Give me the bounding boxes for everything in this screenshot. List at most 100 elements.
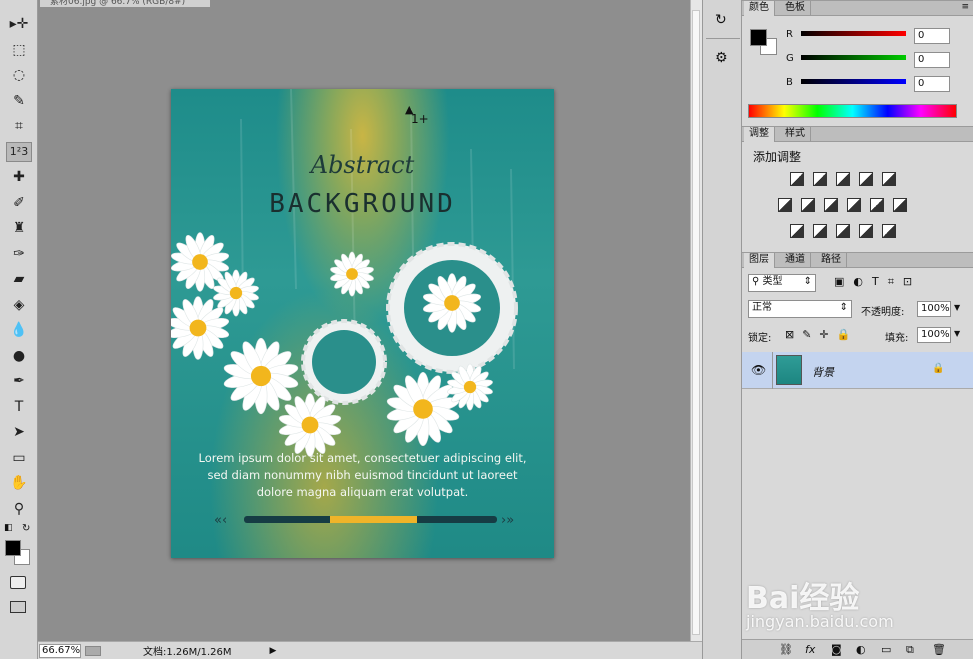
blend-chevron-icon: ⇕ (839, 302, 848, 313)
status-bar: 66.67% 文档:1.26M/1.26M ▶ (38, 641, 702, 659)
crop-tool-icon[interactable]: ⌗ (6, 116, 32, 136)
invert-adjust-icon[interactable] (790, 224, 804, 238)
b-field[interactable]: 0 (914, 76, 950, 92)
curves-adjust-icon[interactable] (836, 172, 850, 186)
brush-tool-icon[interactable]: ✐ (6, 193, 32, 213)
gradient-map-adjust-icon[interactable] (882, 224, 896, 238)
lock-icon: 🔒 (932, 363, 945, 374)
properties-panel-icon[interactable]: ⚙ (715, 50, 728, 66)
b-label: B (786, 77, 793, 88)
swap-colors-icon[interactable]: ↻ (22, 523, 30, 534)
delete-layer-icon[interactable]: 🗑 (932, 643, 946, 656)
divider (772, 352, 773, 389)
small-gear-ring (301, 319, 387, 405)
screen-mode-icon[interactable] (10, 601, 26, 613)
selective-color-adjust-icon[interactable] (859, 224, 873, 238)
blend-value: 正常 (752, 302, 772, 313)
photo-filter-adjust-icon[interactable] (847, 198, 861, 212)
color-lookup-adjust-icon[interactable] (893, 198, 907, 212)
black-white-adjust-icon[interactable] (824, 198, 838, 212)
zoom-tool-icon[interactable]: ⚲ (6, 499, 32, 519)
layer-filter-select[interactable]: ⚲ 类型 ⇕ (748, 274, 816, 292)
history-brush-tool-icon[interactable]: ✑ (6, 244, 32, 264)
eraser-tool-icon[interactable]: ▰ (6, 269, 32, 289)
tab-swatches[interactable]: 色板 (780, 1, 811, 16)
link-layers-icon[interactable]: ⛓ (779, 643, 793, 656)
move-tool-icon[interactable]: ▸✛ (6, 14, 32, 34)
paint-bucket-tool-icon[interactable]: ◈ (6, 295, 32, 315)
opacity-arrow-icon[interactable]: ▼ (954, 303, 960, 312)
foreground-color-swatch[interactable] (5, 540, 21, 556)
lock-label: 锁定: (748, 333, 772, 344)
tab-paths[interactable]: 路径 (816, 253, 847, 268)
brightness-adjust-icon[interactable] (790, 172, 804, 186)
r-field[interactable]: 0 (914, 28, 950, 44)
tab-adjustments[interactable]: 调整 (744, 127, 775, 142)
zoom-field[interactable]: 66.67% (39, 643, 81, 658)
g-field[interactable]: 0 (914, 52, 950, 68)
tab-channels[interactable]: 通道 (780, 253, 811, 268)
document-tab[interactable]: 素材06.jpg @ 66.7% (RGB/8#) (40, 0, 210, 7)
hand-tool-icon[interactable]: ✋ (6, 473, 32, 493)
channel-mixer-adjust-icon[interactable] (870, 198, 884, 212)
poster-script-title: Abstract (310, 151, 415, 179)
type-tool-icon[interactable]: T (6, 397, 32, 417)
stamp-tool-icon[interactable]: ♜ (6, 218, 32, 238)
pen-tool-icon[interactable]: ✒ (6, 371, 32, 391)
group-icon[interactable]: ▭ (881, 643, 891, 656)
g-label: G (786, 53, 794, 64)
path-select-tool-icon[interactable]: ➤ (6, 422, 32, 442)
levels-adjust-icon[interactable] (813, 172, 827, 186)
color-fg-swatch[interactable] (750, 29, 767, 46)
blur-tool-icon[interactable]: 💧 (6, 320, 32, 340)
default-colors-icon[interactable]: ◧ (4, 523, 13, 533)
color-balance-adjust-icon[interactable] (801, 198, 815, 212)
marquee-tool-icon[interactable]: ⬚ (6, 40, 32, 60)
r-slider[interactable] (801, 31, 906, 36)
quick-select-tool-icon[interactable]: ✎ (6, 91, 32, 111)
posterize-adjust-icon[interactable] (813, 224, 827, 238)
blend-mode-select[interactable]: 正常 ⇕ (748, 300, 852, 318)
tab-styles[interactable]: 样式 (780, 127, 811, 142)
layer-name: 背景 (812, 366, 834, 379)
doc-info: 文档:1.26M/1.26M (143, 647, 232, 658)
filter-icons[interactable]: ▣◐T⌗⊡ (834, 275, 921, 289)
hue-sat-adjust-icon[interactable] (778, 198, 792, 212)
new-layer-icon[interactable]: ⧉ (906, 643, 914, 657)
tab-color[interactable]: 颜色 (744, 1, 775, 16)
exposure-adjust-icon[interactable] (859, 172, 873, 186)
g-slider[interactable] (801, 55, 906, 60)
eye-icon[interactable]: 👁 (751, 363, 766, 377)
mask-icon[interactable]: ◙ (831, 643, 842, 656)
status-arrow-icon[interactable]: ▶ (270, 646, 277, 656)
svg-text:«‹: «‹ (214, 513, 227, 528)
lock-icons[interactable]: ⊠✎✛🔒 (785, 328, 858, 341)
history-panel-icon[interactable]: ↻ (715, 12, 727, 28)
layer-row-background[interactable]: 👁 背景 🔒 (742, 352, 973, 389)
scrollbar-thumb[interactable] (692, 10, 700, 635)
color-panel-tabs: 颜色 色板 ≡ (742, 0, 973, 16)
opacity-field[interactable]: 100% (917, 301, 951, 317)
tab-layers[interactable]: 图层 (744, 253, 775, 268)
fx-icon[interactable]: fx (805, 643, 815, 656)
lasso-tool-icon[interactable]: ◌ (6, 65, 32, 85)
adjust-heading: 添加调整 (753, 150, 802, 164)
fill-field[interactable]: 100% (917, 327, 951, 343)
healing-tool-icon[interactable]: ✚ (6, 167, 32, 187)
rectangle-tool-icon[interactable]: ▭ (6, 448, 32, 468)
poster-title: BACKGROUND (269, 189, 456, 219)
filter-search-icon: ⚲ (752, 276, 763, 287)
status-menu-icon[interactable] (85, 645, 101, 656)
poster-progress: «‹ ›» (214, 513, 514, 528)
count-tool-icon[interactable]: 1²3 (6, 141, 32, 162)
b-slider[interactable] (801, 79, 906, 84)
quick-mask-icon[interactable] (10, 576, 26, 589)
vibrance-adjust-icon[interactable] (882, 172, 896, 186)
threshold-adjust-icon[interactable] (836, 224, 850, 238)
adjustment-layer-icon[interactable]: ◐ (856, 643, 866, 656)
dodge-tool-icon[interactable]: ● (6, 346, 32, 366)
fill-label: 填充: (885, 333, 909, 344)
panel-menu-icon[interactable]: ≡ (961, 2, 969, 12)
fill-arrow-icon[interactable]: ▼ (954, 329, 960, 338)
spectrum-bar[interactable] (748, 104, 957, 118)
